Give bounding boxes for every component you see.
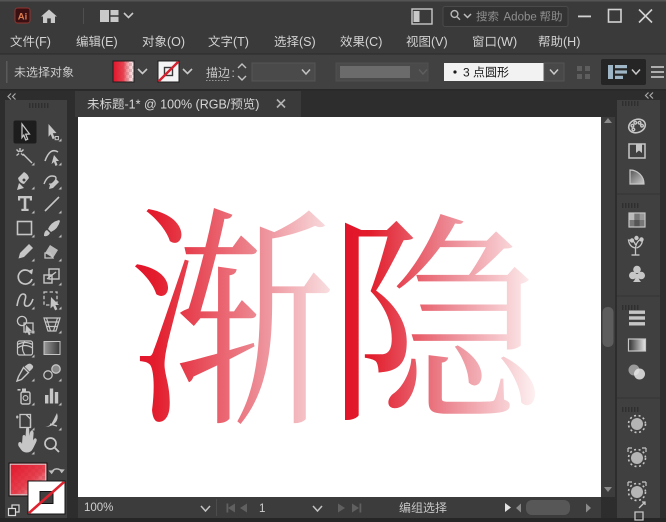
- svg-text:-1* @ 100% (RGB/: -1* @ 100% (RGB/: [125, 98, 231, 112]
- svg-text:(H): (H): [563, 35, 580, 49]
- svg-text:Ai: Ai: [18, 12, 28, 23]
- svg-text:(V): (V): [431, 35, 448, 49]
- svg-text:(T): (T): [233, 35, 249, 49]
- svg-text:Adobe: Adobe: [504, 12, 537, 24]
- svg-text:(E): (E): [101, 35, 118, 49]
- svg-text::: :: [232, 66, 235, 80]
- svg-text:(S): (S): [299, 35, 316, 49]
- svg-text:(W): (W): [497, 35, 517, 49]
- svg-text:): ): [255, 98, 259, 112]
- svg-text:(C): (C): [365, 35, 382, 49]
- svg-text:(F): (F): [35, 35, 51, 49]
- svg-text:(O): (O): [167, 35, 185, 49]
- svg-text:1: 1: [259, 503, 265, 515]
- svg-text:100%: 100%: [84, 502, 113, 514]
- svg-text:3: 3: [463, 66, 470, 80]
